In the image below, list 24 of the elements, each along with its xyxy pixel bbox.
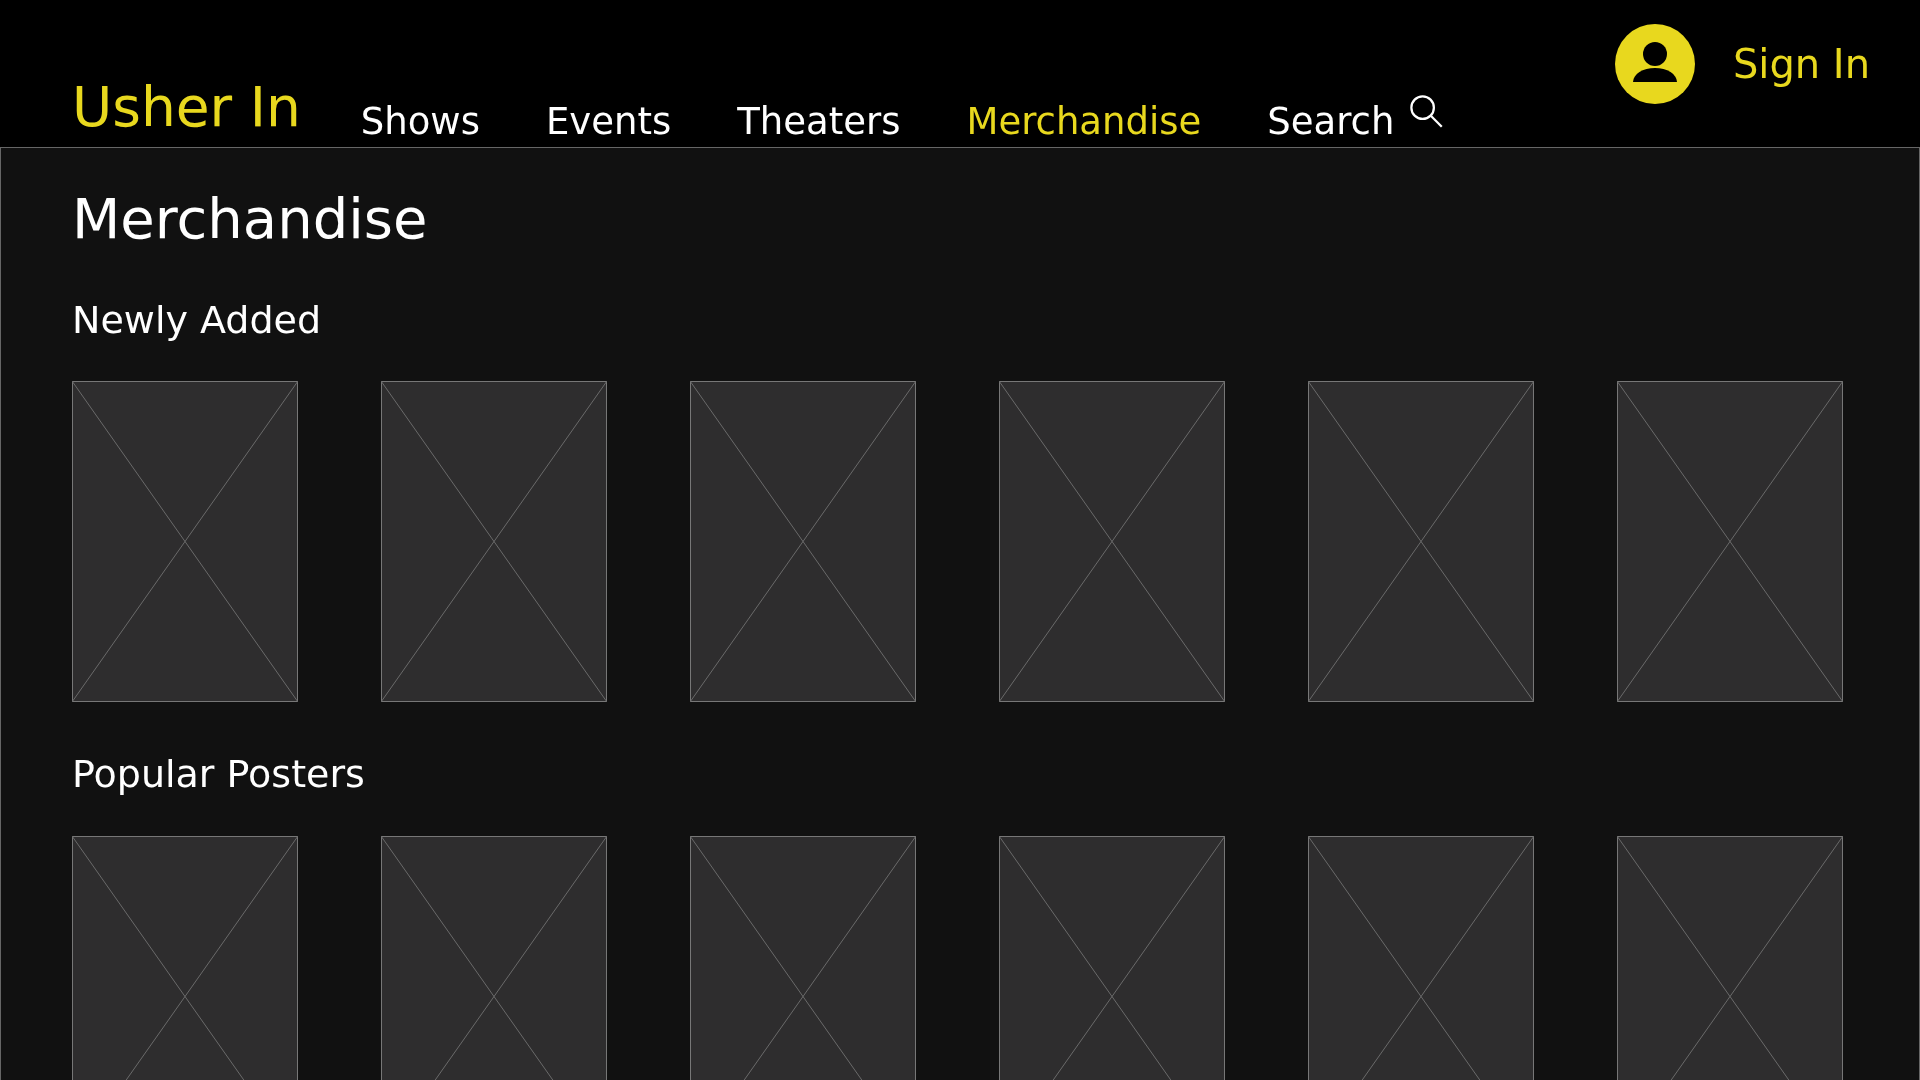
image-placeholder[interactable] — [1308, 836, 1534, 1080]
nav-link[interactable]: Merchandise — [966, 100, 1202, 143]
page-title: Merchandise — [72, 188, 429, 250]
search-link[interactable]: Search — [1267, 93, 1445, 143]
image-placeholder[interactable] — [72, 381, 298, 703]
section-heading: Newly Added — [72, 299, 323, 342]
image-placeholder[interactable] — [690, 836, 916, 1080]
section-heading: Popular Posters — [72, 754, 366, 797]
image-placeholder[interactable] — [381, 381, 607, 703]
image-placeholder[interactable] — [1617, 836, 1843, 1080]
nav-link[interactable]: Shows — [360, 100, 480, 143]
image-placeholder[interactable] — [1308, 381, 1534, 703]
site-logo[interactable]: Usher In — [72, 75, 301, 147]
nav-link[interactable]: Events — [545, 100, 672, 143]
image-placeholder[interactable] — [999, 836, 1225, 1080]
nav-link[interactable]: Theaters — [737, 100, 901, 143]
image-placeholder[interactable] — [690, 381, 916, 703]
sign-in-link[interactable]: Sign In — [1732, 41, 1870, 87]
image-placeholder[interactable] — [999, 381, 1225, 703]
search-icon — [1408, 93, 1445, 129]
image-placeholder[interactable] — [1617, 381, 1843, 703]
image-placeholder[interactable] — [72, 836, 298, 1080]
image-placeholder[interactable] — [381, 836, 607, 1080]
user-avatar-icon[interactable] — [1614, 24, 1695, 104]
